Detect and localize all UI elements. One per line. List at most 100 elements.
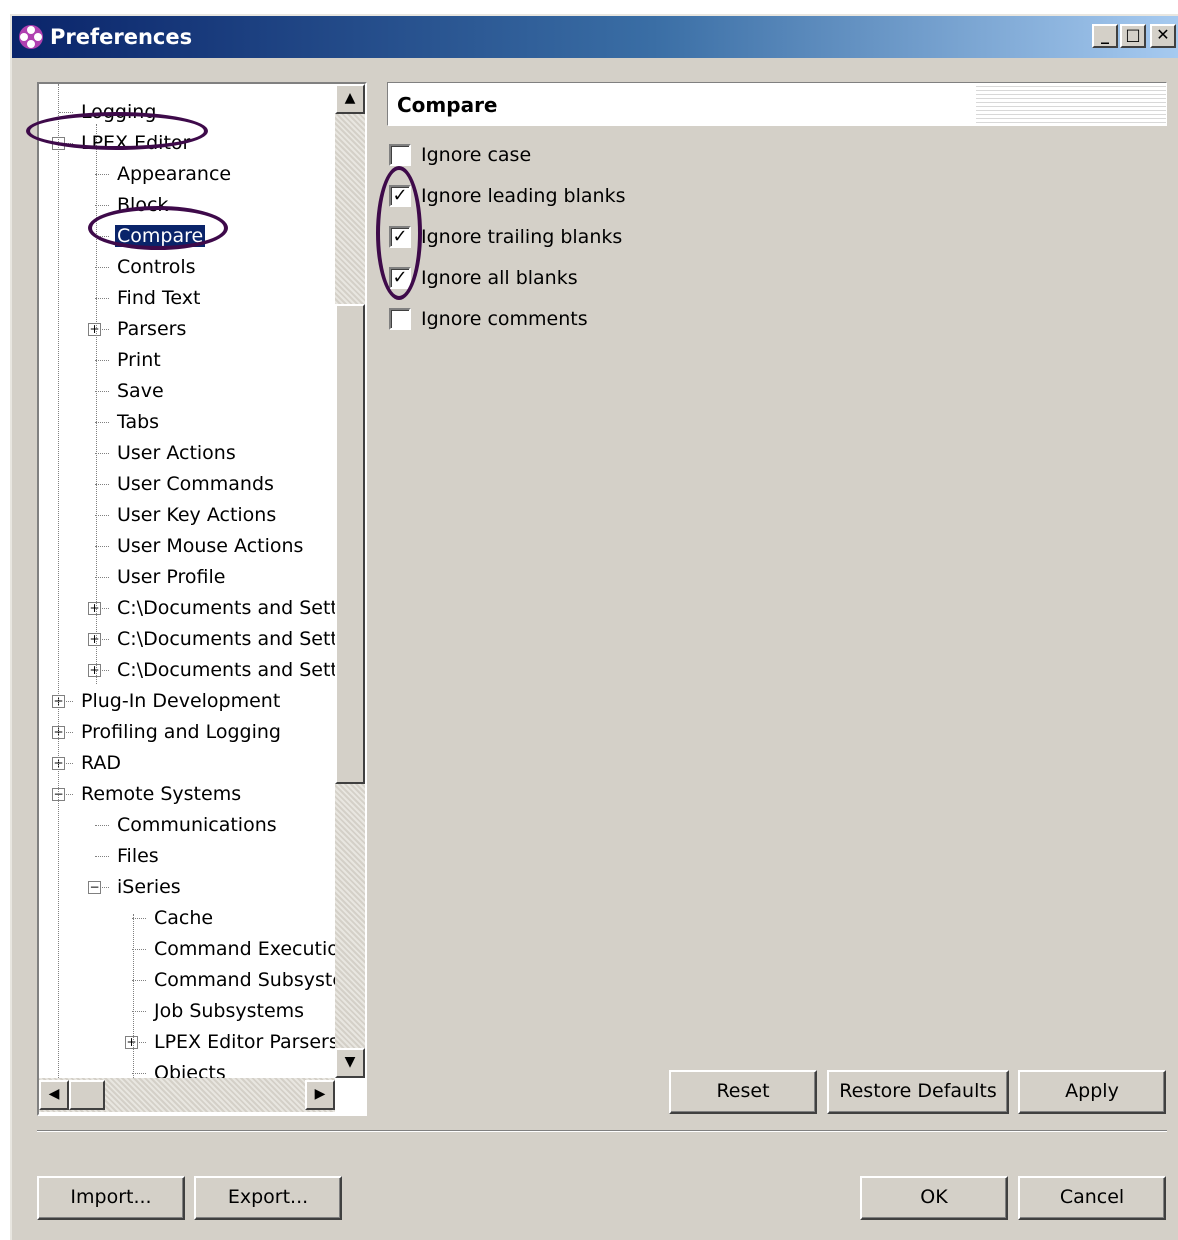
tree-item-label: User Profile	[117, 566, 226, 588]
vertical-scroll-thumb[interactable]	[335, 304, 365, 784]
tree-connector	[132, 1011, 146, 1012]
tree-item[interactable]: C:\Documents and Sett	[115, 594, 340, 622]
tree-guide-line	[58, 84, 59, 1084]
arrow-right-icon: ▶	[314, 1086, 326, 1102]
tree-item[interactable]: Find Text	[115, 284, 202, 312]
tree-connector	[95, 453, 109, 454]
tree-guide-line	[133, 914, 134, 1094]
tree-item[interactable]: User Profile	[115, 563, 227, 591]
preferences-window: Preferences _ □ ✕ Logging LPEX Editor − App…	[10, 14, 1178, 1240]
window-title: Preferences	[50, 25, 193, 49]
horizontal-scroll-thumb[interactable]	[69, 1080, 105, 1110]
minimize-button[interactable]: _	[1092, 24, 1118, 48]
tree-connector	[95, 825, 109, 826]
tree-item[interactable]: Controls	[115, 253, 198, 281]
ignore-all-blanks-label: Ignore all blanks	[421, 267, 578, 289]
minimize-icon: _	[1101, 25, 1109, 44]
tree-item[interactable]: Command Subsyste	[152, 966, 346, 994]
arrow-up-icon: ▲	[344, 90, 356, 106]
tree-item-label: Print	[117, 349, 161, 371]
maximize-icon: □	[1125, 25, 1141, 44]
cancel-button[interactable]: Cancel	[1018, 1176, 1166, 1220]
page-header: Compare	[387, 82, 1167, 126]
tree-item[interactable]: User Actions	[115, 439, 238, 467]
maximize-button[interactable]: □	[1120, 24, 1146, 48]
title-bar[interactable]: Preferences _ □ ✕	[12, 16, 1178, 58]
tree-item-label: RAD	[81, 752, 122, 774]
tree-connector	[132, 980, 146, 981]
tree-item-label: Files	[117, 845, 159, 867]
tree-item-label: Plug-In Development	[81, 690, 281, 712]
tree-item[interactable]: LPEX Editor Parsers	[152, 1028, 341, 1056]
tree-item[interactable]: User Mouse Actions	[115, 532, 305, 560]
apply-button[interactable]: Apply	[1018, 1070, 1166, 1114]
tree-item[interactable]: Job Subsystems	[152, 997, 306, 1025]
expand-icon[interactable]: +	[88, 664, 101, 677]
tree-item-label: Command Executio	[154, 938, 339, 960]
scroll-up-button[interactable]: ▲	[335, 84, 365, 114]
tree-item[interactable]: Tabs	[115, 408, 161, 436]
tree-item[interactable]: Cache	[152, 904, 215, 932]
tree-connector	[95, 174, 109, 175]
tree-item[interactable]: Profiling and Logging	[79, 718, 283, 746]
tree-item-label: Find Text	[117, 287, 201, 309]
ignore-case-checkbox[interactable]	[389, 144, 411, 166]
tree-item[interactable]: C:\Documents and Sett	[115, 625, 340, 653]
tree-item[interactable]: Communications	[115, 811, 279, 839]
tree-item[interactable]: Plug-In Development	[79, 687, 282, 715]
tree-item-label: Profiling and Logging	[81, 721, 281, 743]
tree-item[interactable]: Print	[115, 346, 163, 374]
ignore-case-label: Ignore case	[421, 144, 532, 166]
tree-horizontal-scrollbar[interactable]: ◀ ▶	[39, 1078, 335, 1112]
arrow-down-icon: ▼	[344, 1054, 356, 1070]
tree-item[interactable]: iSeries	[115, 873, 183, 901]
tree-item[interactable]: Save	[115, 377, 166, 405]
tree-connector	[59, 112, 73, 113]
tree-item-label: Appearance	[117, 163, 232, 185]
collapse-icon[interactable]: −	[88, 881, 101, 894]
tree-connector	[95, 298, 109, 299]
tree-connector	[132, 918, 146, 919]
tree-connector	[95, 422, 109, 423]
tree-item-label: LPEX Editor Parsers	[154, 1031, 339, 1053]
tree-item[interactable]: Remote Systems	[79, 780, 243, 808]
tree-item-label: Job Subsystems	[154, 1000, 305, 1022]
tree-vertical-scrollbar[interactable]: ▲ ▼	[335, 84, 365, 1078]
scroll-right-button[interactable]: ▶	[305, 1080, 335, 1110]
expand-icon[interactable]: +	[88, 323, 101, 336]
header-decoration	[976, 85, 1166, 123]
tree-item-label: User Key Actions	[117, 504, 277, 526]
tree-connector	[132, 949, 146, 950]
expand-icon[interactable]: +	[125, 1036, 138, 1049]
tree-item[interactable]: C:\Documents and Sett	[115, 656, 340, 684]
tree-item[interactable]: Parsers	[115, 315, 188, 343]
page-title: Compare	[397, 93, 498, 117]
export-button[interactable]: Export...	[194, 1176, 342, 1220]
restore-defaults-button[interactable]: Restore Defaults	[827, 1070, 1009, 1114]
ignore-comments-label: Ignore comments	[421, 308, 588, 330]
tree-item-label: Remote Systems	[81, 783, 242, 805]
reset-button[interactable]: Reset	[669, 1070, 817, 1114]
tree-item[interactable]: RAD	[79, 749, 123, 777]
footer-separator	[37, 1130, 1167, 1132]
tree-item[interactable]: User Commands	[115, 470, 276, 498]
expand-icon[interactable]: +	[88, 602, 101, 615]
tree-item-label: Parsers	[117, 318, 187, 340]
scroll-down-button[interactable]: ▼	[335, 1048, 365, 1078]
tree-item-label: Command Subsyste	[154, 969, 345, 991]
tree-connector	[132, 1073, 146, 1074]
tree-item[interactable]: User Key Actions	[115, 501, 278, 529]
scroll-left-button[interactable]: ◀	[39, 1080, 69, 1110]
expand-icon[interactable]: +	[88, 633, 101, 646]
close-button[interactable]: ✕	[1150, 24, 1176, 48]
annotation-oval-lpex-editor	[26, 112, 208, 150]
tree-item[interactable]: Files	[115, 842, 161, 870]
tree-item-label: Controls	[117, 256, 196, 278]
tree-item[interactable]: Appearance	[115, 160, 233, 188]
ignore-comments-checkbox[interactable]	[389, 308, 411, 330]
tree-item-label: User Mouse Actions	[117, 535, 304, 557]
ok-button[interactable]: OK	[860, 1176, 1008, 1220]
import-button[interactable]: Import...	[37, 1176, 185, 1220]
tree-item[interactable]: Command Executio	[152, 935, 341, 963]
tree-item-label: User Commands	[117, 473, 274, 495]
